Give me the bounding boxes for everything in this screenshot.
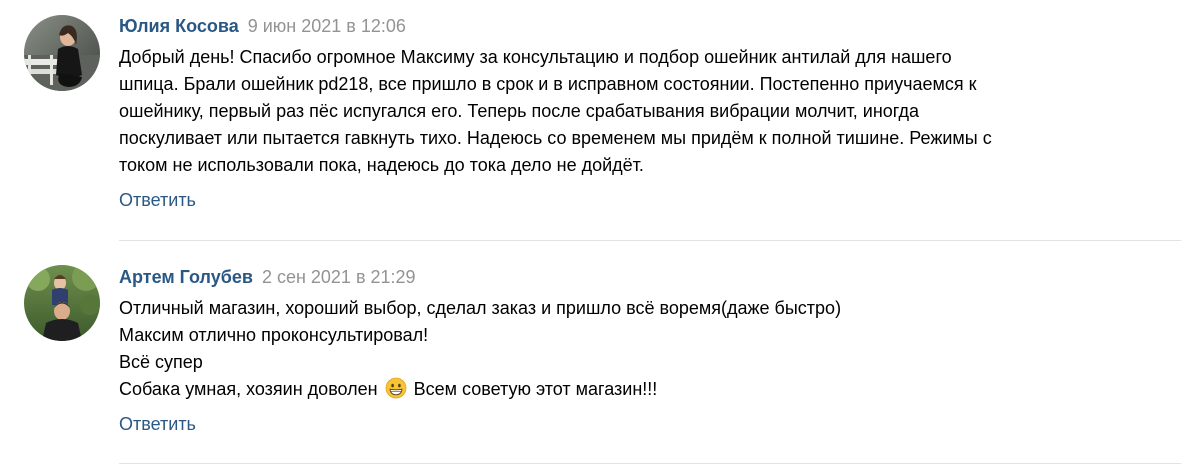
comment-text-line: шпица. Брали ошейник pd218, все пришло в…: [119, 74, 977, 94]
comment-text-line: током не использовали пока, надеюсь до т…: [119, 155, 644, 175]
author-link[interactable]: Артем Голубев: [119, 267, 253, 287]
avatar[interactable]: [24, 265, 100, 341]
comment-text-line: Собака умная, хозяин доволен Всем совету…: [119, 376, 1180, 403]
avatar[interactable]: [24, 15, 100, 91]
comment-text-line: Всё супер: [119, 352, 203, 372]
comment-text-line: поскуливает или пытается гавкнуть тихо. …: [119, 128, 992, 148]
grinning-face-emoji-icon: [385, 377, 407, 399]
comment-date[interactable]: 9 июн 2021 в 12:06: [248, 16, 406, 36]
reply-button[interactable]: Ответить: [119, 412, 196, 436]
comment-meta: Артем Голубев 2 сен 2021 в 21:29: [119, 265, 1180, 289]
comment-text: Добрый день! Спасибо огромное Максиму за…: [119, 44, 1180, 179]
divider: [119, 463, 1181, 464]
comment: Артем Голубев 2 сен 2021 в 21:29 Отличны…: [0, 241, 1200, 463]
comment-text-fragment: Всем советую этот магазин!!!: [408, 379, 658, 399]
comment-text-fragment: Собака умная, хозяин доволен: [119, 379, 383, 399]
comment-meta: Юлия Косова 9 июн 2021 в 12:06: [119, 14, 1180, 38]
comment-text-line: Максим отлично проконсультировал!: [119, 325, 429, 345]
avatar-photo-icon: [24, 15, 100, 91]
comment-date[interactable]: 2 сен 2021 в 21:29: [262, 267, 416, 287]
comment: Юлия Косова 9 июн 2021 в 12:06 Добрый де…: [0, 0, 1200, 240]
comment-text-line: Отличный магазин, хороший выбор, сделал …: [119, 298, 842, 318]
reply-button[interactable]: Ответить: [119, 188, 196, 212]
comment-text: Отличный магазин, хороший выбор, сделал …: [119, 295, 1180, 403]
comment-text-line: Добрый день! Спасибо огромное Максиму за…: [119, 47, 952, 67]
comment-text-line: ошейнику, первый раз пёс испугался его. …: [119, 101, 920, 121]
avatar-photo-icon: [24, 265, 100, 341]
author-link[interactable]: Юлия Косова: [119, 16, 239, 36]
